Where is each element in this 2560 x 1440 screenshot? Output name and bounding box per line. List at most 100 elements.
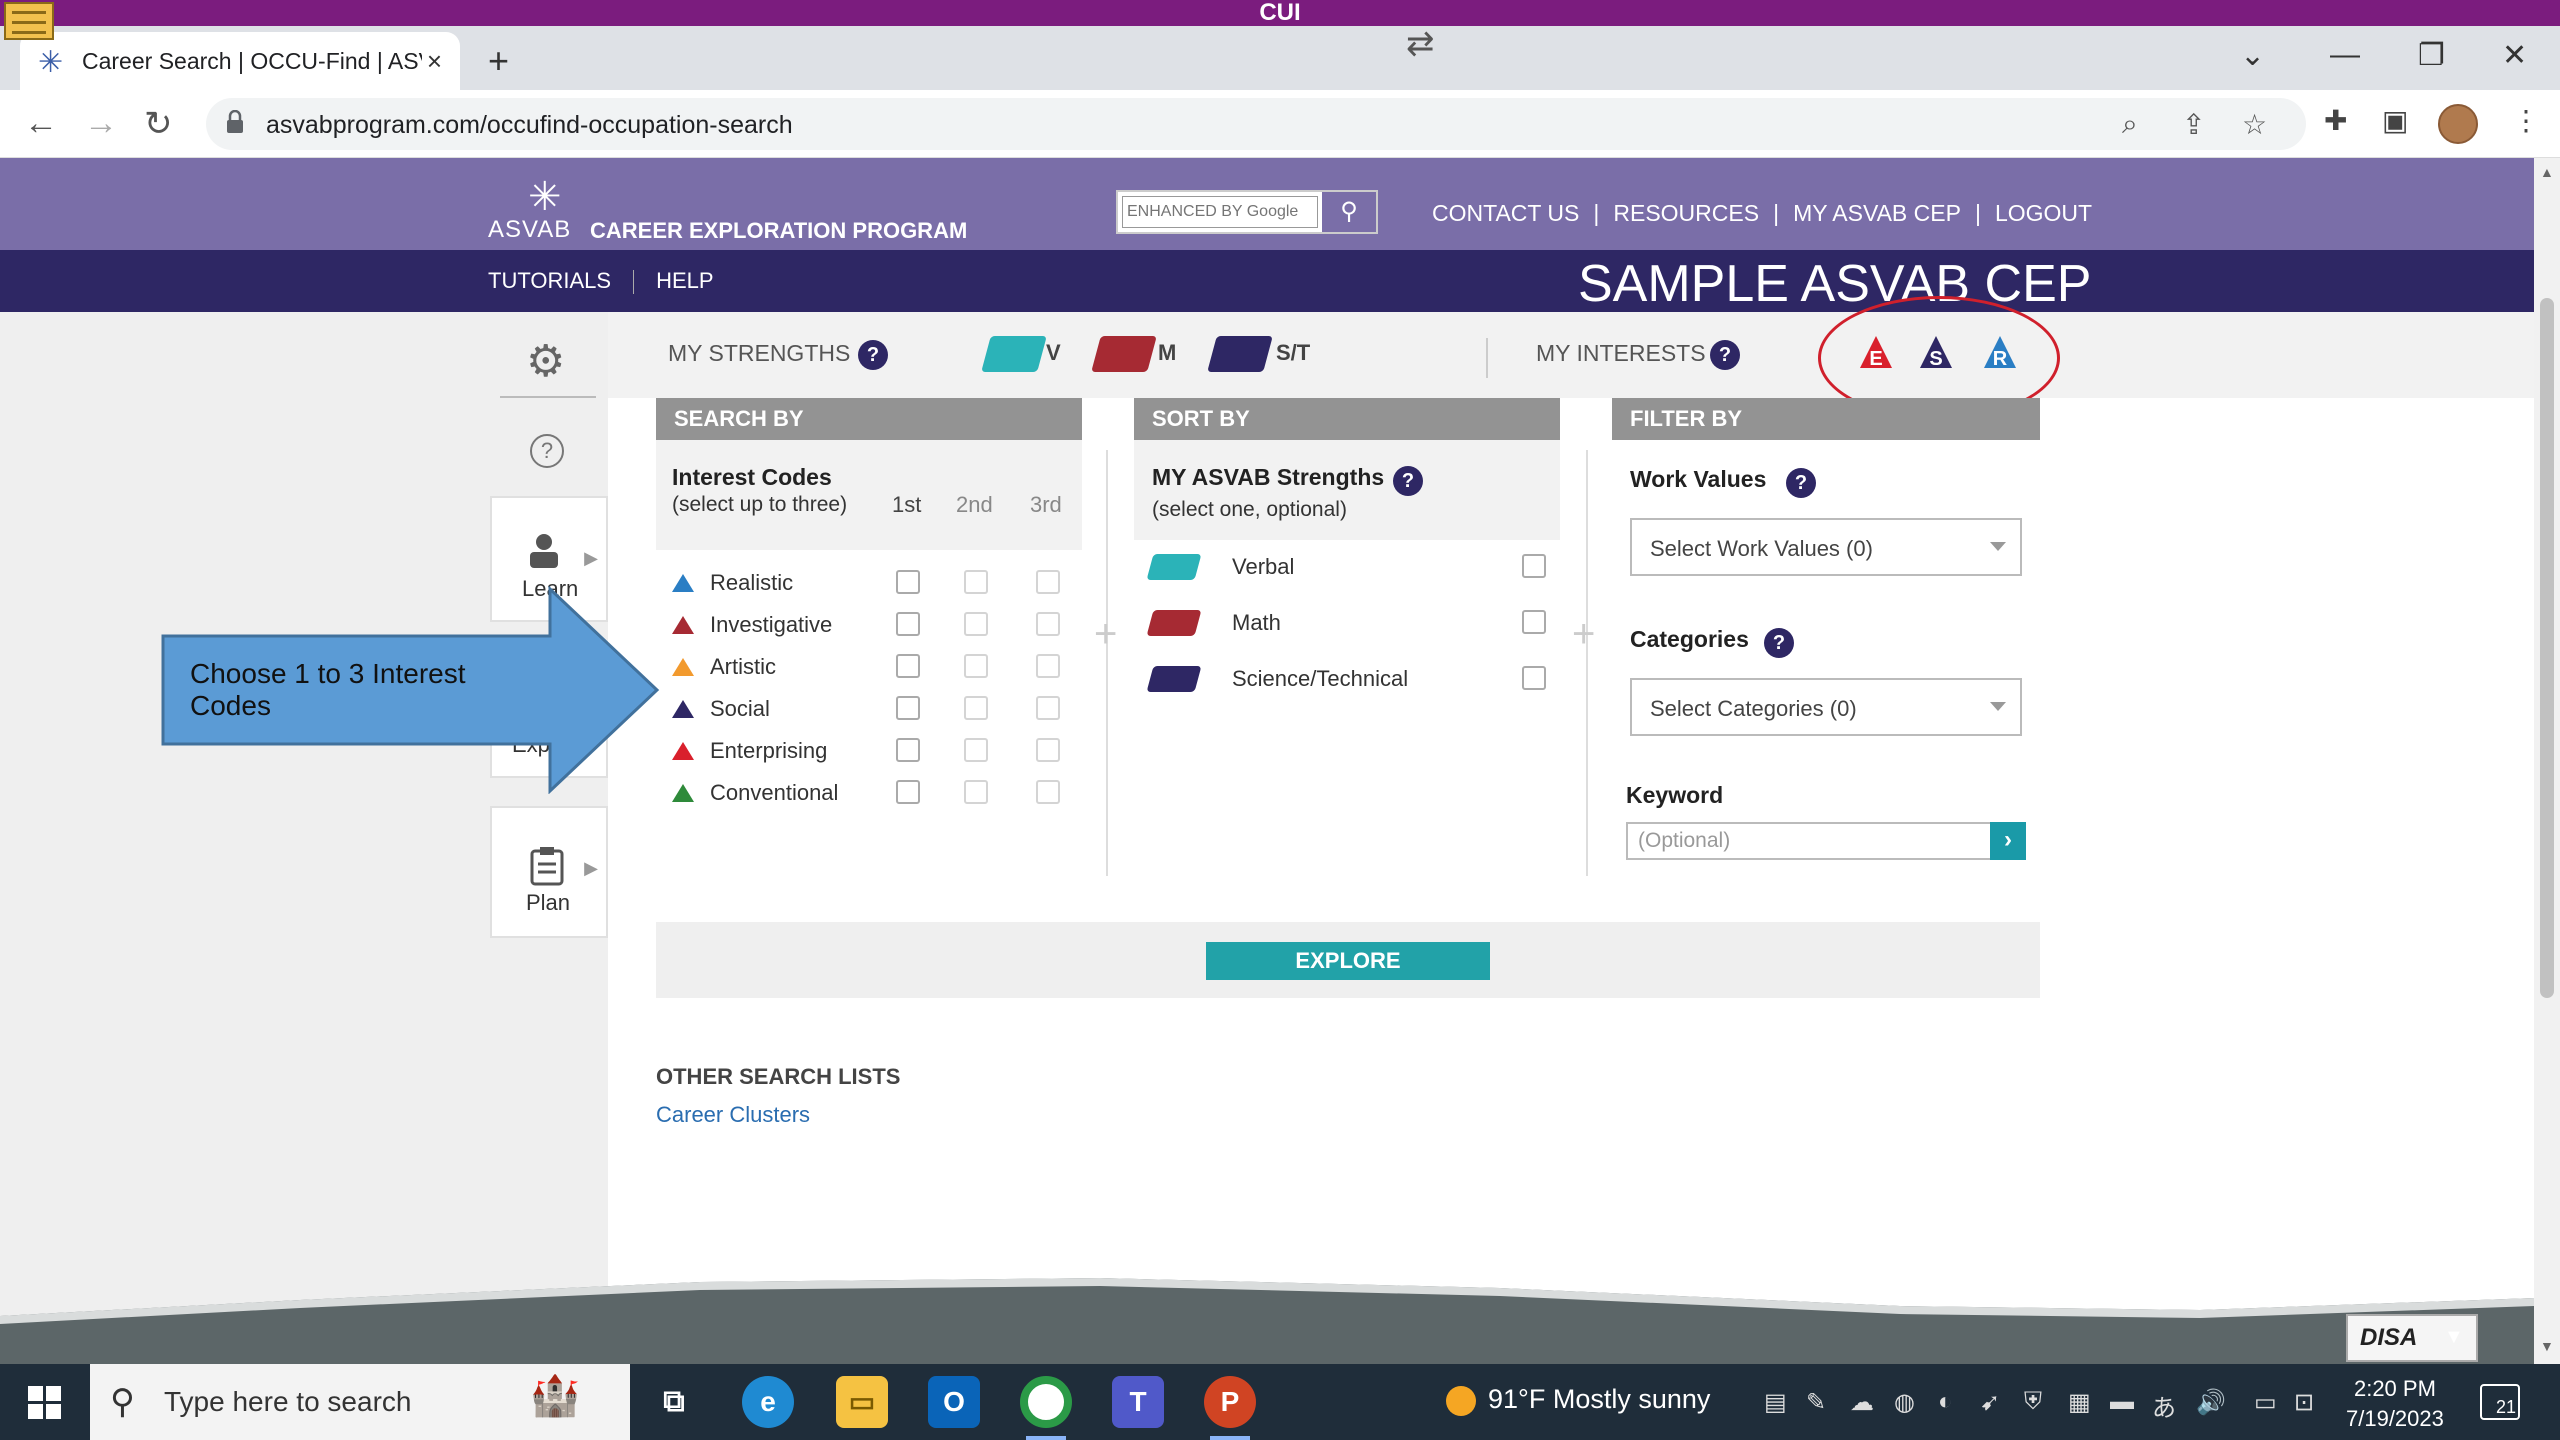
teams-icon[interactable]: T bbox=[1112, 1376, 1164, 1428]
tab-close-icon[interactable]: × bbox=[427, 46, 442, 77]
interest-checkbox-1[interactable] bbox=[896, 570, 920, 594]
tray-icon[interactable]: ➹ bbox=[1980, 1388, 2000, 1417]
disa-dropdown-icon[interactable]: ▼ bbox=[2444, 1326, 2464, 1349]
interest-checkbox-2[interactable] bbox=[964, 612, 988, 636]
tray-icon[interactable]: ▤ bbox=[1764, 1388, 1787, 1417]
display-icon[interactable]: ▬ bbox=[2110, 1388, 2134, 1416]
profile-avatar[interactable] bbox=[2438, 104, 2478, 144]
footer-mountain bbox=[0, 1278, 2534, 1364]
powerpoint-icon[interactable]: P bbox=[1204, 1376, 1256, 1428]
windows-start-icon[interactable] bbox=[28, 1386, 62, 1420]
side-panel-icon[interactable]: ▣ bbox=[2382, 104, 2408, 137]
sticky-note-icon[interactable] bbox=[4, 2, 54, 40]
interest-checkbox-2[interactable] bbox=[964, 738, 988, 762]
interest-checkbox-1[interactable] bbox=[896, 738, 920, 762]
logout-link[interactable]: LOGOUT bbox=[1995, 200, 2092, 226]
outlook-icon[interactable]: O bbox=[928, 1376, 980, 1428]
scroll-up-icon[interactable]: ▲ bbox=[2540, 164, 2554, 180]
battery-icon[interactable]: ▭ bbox=[2254, 1388, 2277, 1417]
interest-checkbox-1[interactable] bbox=[896, 696, 920, 720]
window-close-icon[interactable]: ✕ bbox=[2502, 38, 2527, 73]
interest-checkbox-3[interactable] bbox=[1036, 612, 1060, 636]
interest-checkbox-2[interactable] bbox=[964, 780, 988, 804]
strength-name: Science/Technical bbox=[1232, 666, 1409, 691]
minimize-icon[interactable]: — bbox=[2330, 38, 2360, 72]
interest-checkbox-1[interactable] bbox=[896, 780, 920, 804]
edge-icon[interactable]: e bbox=[742, 1376, 794, 1428]
contact-us-link[interactable]: CONTACT US bbox=[1432, 200, 1579, 226]
my-asvab-cep-link[interactable]: MY ASVAB CEP bbox=[1793, 200, 1961, 226]
strength-checkbox[interactable] bbox=[1522, 666, 1546, 690]
omnibox[interactable]: asvabprogram.com/occufind-occupation-sea… bbox=[206, 98, 2306, 150]
work-values-help-icon[interactable]: ? bbox=[1786, 468, 1816, 498]
interest-checkbox-2[interactable] bbox=[964, 570, 988, 594]
help-icon[interactable]: ? bbox=[530, 434, 564, 468]
strength-checkbox[interactable] bbox=[1522, 554, 1546, 578]
tutorials-link[interactable]: TUTORIALS bbox=[488, 268, 611, 293]
browser-tab[interactable]: ✳ Career Search | OCCU-Find | ASVA × bbox=[20, 32, 460, 90]
tab-search-icon[interactable]: ⌄ bbox=[2240, 38, 2265, 73]
interest-checkbox-2[interactable] bbox=[964, 696, 988, 720]
categories-help-icon[interactable]: ? bbox=[1764, 628, 1794, 658]
strengths-help-icon[interactable]: ? bbox=[858, 340, 888, 370]
math-book-icon[interactable] bbox=[1091, 336, 1157, 372]
scroll-down-icon[interactable]: ▼ bbox=[2540, 1338, 2554, 1354]
back-icon[interactable]: ← bbox=[24, 104, 58, 143]
interests-help-icon[interactable]: ? bbox=[1710, 340, 1740, 370]
sort-help-icon[interactable]: ? bbox=[1393, 466, 1423, 496]
network-globe-icon[interactable]: ◍ bbox=[1894, 1388, 1915, 1417]
notifications-icon[interactable]: 21 bbox=[2480, 1384, 2520, 1420]
chrome-menu-icon[interactable]: ⋮ bbox=[2512, 104, 2540, 137]
taskbar-clock[interactable]: 2:20 PM 7/19/2023 bbox=[2346, 1374, 2444, 1434]
task-view-icon[interactable]: ⧉ bbox=[648, 1376, 700, 1428]
explore-button[interactable]: EXPLORE bbox=[1206, 942, 1490, 980]
verbal-book-icon[interactable] bbox=[981, 336, 1047, 372]
work-values-select[interactable]: Select Work Values (0) bbox=[1630, 518, 2022, 576]
security-shield-icon[interactable]: ⛨ bbox=[2024, 1388, 2042, 1416]
onedrive-icon[interactable]: ☁ bbox=[1850, 1388, 1874, 1417]
network-icon[interactable]: ⊡ bbox=[2294, 1388, 2314, 1417]
keyword-go-icon[interactable]: › bbox=[1990, 822, 2026, 860]
interest-checkbox-1[interactable] bbox=[896, 654, 920, 678]
career-clusters-link[interactable]: Career Clusters bbox=[656, 1102, 810, 1128]
reload-icon[interactable]: ↻ bbox=[144, 104, 173, 144]
interest-checkbox-2[interactable] bbox=[964, 654, 988, 678]
forward-icon[interactable]: → bbox=[84, 104, 118, 143]
categories-select[interactable]: Select Categories (0) bbox=[1630, 678, 2022, 736]
site-search-input[interactable] bbox=[1122, 196, 1318, 228]
help-link[interactable]: HELP bbox=[656, 268, 713, 293]
interest-checkbox-3[interactable] bbox=[1036, 696, 1060, 720]
keyword-input[interactable]: (Optional) bbox=[1626, 822, 1992, 860]
interest-checkbox-3[interactable] bbox=[1036, 780, 1060, 804]
interest-checkbox-1[interactable] bbox=[896, 612, 920, 636]
zoom-icon[interactable]: ⌕ bbox=[2122, 108, 2138, 141]
scroll-thumb[interactable] bbox=[2540, 298, 2554, 998]
language-icon[interactable]: あ bbox=[2152, 1388, 2176, 1423]
share-icon[interactable]: ⇪ bbox=[2182, 108, 2205, 141]
extensions-icon[interactable]: ✚ bbox=[2324, 104, 2347, 137]
interest-checkbox-3[interactable] bbox=[1036, 570, 1060, 594]
file-explorer-icon[interactable]: ▭ bbox=[836, 1376, 888, 1428]
interest-checkbox-3[interactable] bbox=[1036, 654, 1060, 678]
bookmark-star-icon[interactable]: ☆ bbox=[2242, 108, 2267, 141]
taskbar-search[interactable]: ⚲ Type here to search 🏰 bbox=[90, 1364, 630, 1440]
sidebar-item-plan[interactable]: ▶ Plan bbox=[490, 806, 608, 938]
resources-link[interactable]: RESOURCES bbox=[1613, 200, 1759, 226]
gear-icon[interactable]: ⚙ bbox=[526, 336, 565, 387]
interest-checkbox-3[interactable] bbox=[1036, 738, 1060, 762]
page-scrollbar[interactable]: ▲ ▼ bbox=[2534, 158, 2560, 1364]
interest-code-row: Realistic bbox=[668, 566, 1088, 602]
weather-widget[interactable]: 91°F Mostly sunny bbox=[1446, 1384, 1710, 1416]
tray-icon[interactable]: ◐ bbox=[1938, 1388, 1953, 1416]
volume-icon[interactable]: 🔊 bbox=[2196, 1388, 2226, 1417]
restore-icon[interactable]: ❐ bbox=[2418, 38, 2445, 73]
pen-icon[interactable]: ✎ bbox=[1806, 1388, 1826, 1417]
science-book-icon[interactable] bbox=[1207, 336, 1273, 372]
strength-checkbox[interactable] bbox=[1522, 610, 1546, 634]
swap-icon[interactable]: ⇄ bbox=[1406, 24, 1435, 64]
new-tab-button[interactable]: + bbox=[488, 40, 509, 82]
panel-divider bbox=[1586, 450, 1588, 876]
tray-icon[interactable]: ▦ bbox=[2068, 1388, 2091, 1417]
chrome-icon[interactable] bbox=[1020, 1376, 1072, 1428]
search-icon[interactable]: ⚲ bbox=[1320, 192, 1376, 232]
